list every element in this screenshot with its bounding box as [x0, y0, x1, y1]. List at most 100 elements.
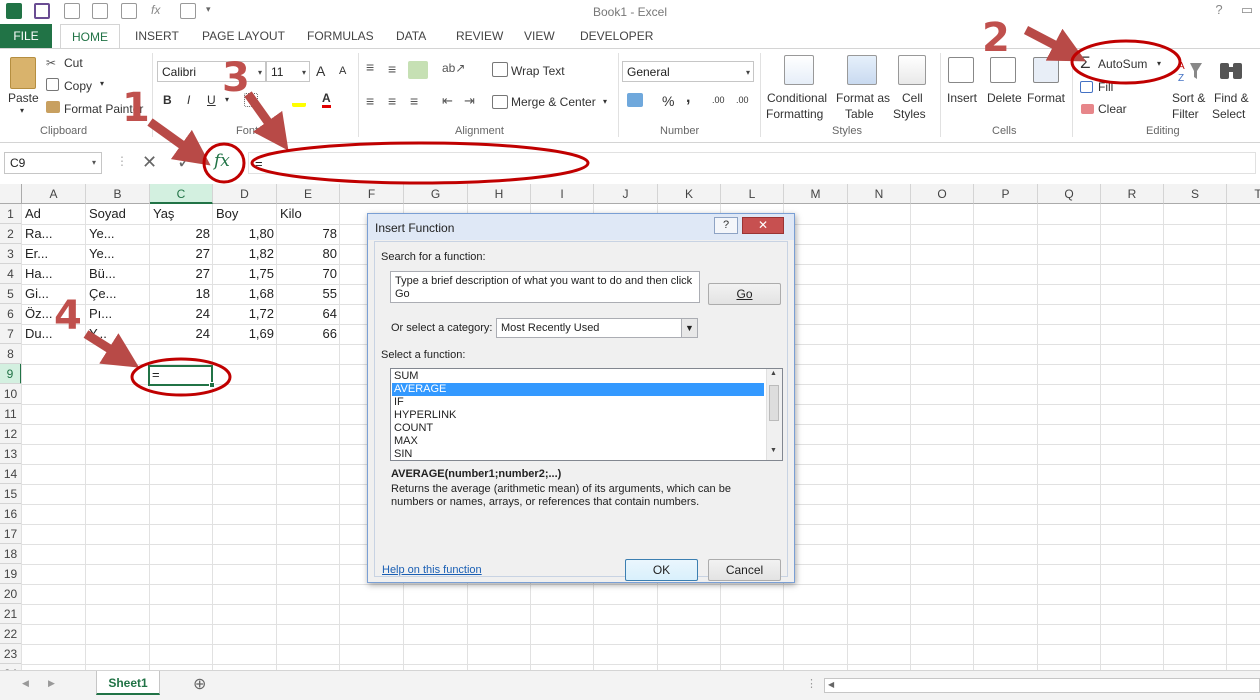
select-all-corner[interactable] — [0, 184, 22, 204]
table-cell[interactable]: Er... — [22, 244, 86, 264]
merge-dropdown-icon[interactable]: ▾ — [603, 97, 607, 106]
column-header[interactable]: H — [468, 184, 531, 204]
column-header[interactable]: G — [404, 184, 468, 204]
table-cell[interactable]: Ra... — [22, 224, 86, 244]
percent-style-button[interactable]: % — [662, 93, 674, 109]
tab-data[interactable]: DATA — [396, 29, 426, 43]
formula-input[interactable]: = — [248, 152, 1256, 174]
conditional-formatting-button[interactable]: Conditional — [767, 91, 827, 105]
paste-button[interactable]: Paste — [8, 91, 39, 105]
category-select[interactable]: Most Recently Used — [496, 318, 698, 338]
enter-entry-button[interactable]: ✓ — [177, 152, 192, 173]
table-cell[interactable]: 1,82 — [213, 244, 277, 264]
table-cell[interactable]: Y... — [86, 324, 150, 344]
dialog-help-button[interactable]: ? — [714, 217, 738, 234]
table-cell[interactable]: 18 — [150, 284, 213, 304]
row-header[interactable]: 5 — [0, 284, 22, 304]
row-header[interactable]: 21 — [0, 604, 22, 624]
row-header[interactable]: 2 — [0, 224, 22, 244]
horizontal-scrollbar[interactable]: ◀ — [824, 678, 1260, 693]
insert-cells-button[interactable]: Insert — [947, 91, 977, 105]
scroll-left-icon[interactable]: ◀ — [828, 680, 834, 689]
help-button[interactable]: ? — [1208, 2, 1230, 20]
next-sheet-icon[interactable]: ▶ — [48, 678, 55, 689]
table-cell[interactable]: Çe... — [86, 284, 150, 304]
row-header[interactable]: 8 — [0, 344, 22, 364]
align-bottom-icon[interactable] — [408, 61, 428, 79]
table-cell[interactable]: Ye... — [86, 244, 150, 264]
align-right-icon[interactable]: ≡ — [410, 93, 418, 109]
function-list-item[interactable]: IF — [392, 396, 764, 409]
table-cell[interactable]: 1,68 — [213, 284, 277, 304]
active-cell[interactable]: = — [148, 365, 213, 386]
tab-insert[interactable]: INSERT — [135, 29, 179, 43]
row-header[interactable]: 14 — [0, 464, 22, 484]
function-search-input[interactable]: Type a brief description of what you wan… — [390, 271, 700, 303]
paste-dropdown-icon[interactable]: ▾ — [20, 106, 24, 115]
tab-view[interactable]: VIEW — [524, 29, 555, 43]
ribbon-display-button[interactable]: ▭ — [1236, 2, 1258, 20]
row-header[interactable]: 23 — [0, 644, 22, 664]
tab-page-layout[interactable]: PAGE LAYOUT — [202, 29, 285, 43]
shrink-font-button[interactable]: A — [339, 65, 346, 77]
row-header[interactable]: 6 — [0, 304, 22, 324]
row-header[interactable]: 7 — [0, 324, 22, 344]
tab-file[interactable]: FILE — [0, 24, 52, 48]
delete-cells-button[interactable]: Delete — [987, 91, 1022, 105]
bold-button[interactable]: B — [163, 93, 172, 107]
row-header[interactable]: 19 — [0, 564, 22, 584]
table-cell[interactable]: Ha... — [22, 264, 86, 284]
merge-center-button[interactable]: Merge & Center — [511, 95, 596, 109]
column-header[interactable]: N — [848, 184, 911, 204]
column-header[interactable]: P — [974, 184, 1038, 204]
clear-button[interactable]: Clear — [1098, 102, 1127, 116]
format-as-table-label[interactable]: Table — [845, 107, 874, 121]
row-header[interactable]: 10 — [0, 384, 22, 404]
increase-indent-icon[interactable]: ⇥ — [464, 93, 475, 109]
function-list-item[interactable]: SIN — [392, 448, 764, 460]
table-cell[interactable]: 24 — [150, 304, 213, 324]
column-header[interactable]: K — [658, 184, 721, 204]
add-sheet-button[interactable]: ⊕ — [193, 674, 206, 694]
table-cell[interactable]: 1,69 — [213, 324, 277, 344]
table-cell[interactable]: 1,80 — [213, 224, 277, 244]
column-header[interactable]: C — [150, 184, 213, 204]
conditional-formatting-label[interactable]: Formatting — [766, 107, 823, 121]
increase-decimal-button[interactable]: .00 — [712, 95, 725, 105]
column-header[interactable]: S — [1164, 184, 1227, 204]
align-top-icon[interactable]: ≡ — [366, 59, 374, 75]
table-cell[interactable]: Ad — [22, 204, 86, 224]
table-cell[interactable]: Ye... — [86, 224, 150, 244]
format-as-table-button[interactable]: Format as — [836, 91, 890, 105]
scroll-up-icon[interactable]: ▲ — [770, 370, 777, 377]
cut-button[interactable]: Cut — [64, 56, 83, 70]
row-header[interactable]: 20 — [0, 584, 22, 604]
help-on-function-link[interactable]: Help on this function — [382, 564, 482, 576]
dialog-titlebar[interactable]: Insert Function ? ✕ — [368, 214, 794, 240]
row-header[interactable]: 17 — [0, 524, 22, 544]
tab-formulas[interactable]: FORMULAS — [307, 29, 374, 43]
table-cell[interactable]: 27 — [150, 264, 213, 284]
table-cell[interactable]: Kilo — [277, 204, 340, 224]
function-list-scrollbar[interactable]: ▲ ▼ — [766, 369, 782, 460]
column-header[interactable]: I — [531, 184, 594, 204]
fill-handle[interactable] — [209, 382, 215, 388]
copy-dropdown-icon[interactable]: ▾ — [100, 79, 104, 88]
number-format-select[interactable]: General ▾ — [622, 61, 754, 82]
column-header[interactable]: D — [213, 184, 277, 204]
category-dropdown-icon[interactable]: ▼ — [681, 319, 697, 337]
function-list-item[interactable]: HYPERLINK — [392, 409, 764, 422]
font-size-select[interactable]: 11 ▾ — [266, 61, 310, 82]
cell-styles-button[interactable]: Cell — [902, 91, 923, 105]
row-header[interactable]: 18 — [0, 544, 22, 564]
cancel-entry-button[interactable]: ✕ — [142, 152, 157, 173]
split-handle-icon[interactable]: ⋮ — [806, 677, 817, 690]
column-header[interactable]: Q — [1038, 184, 1101, 204]
scroll-down-icon[interactable]: ▼ — [770, 447, 777, 454]
cell-styles-label[interactable]: Styles — [893, 107, 926, 121]
row-header[interactable]: 4 — [0, 264, 22, 284]
table-cell[interactable]: 1,75 — [213, 264, 277, 284]
dialog-close-button[interactable]: ✕ — [742, 217, 784, 234]
copy-button[interactable]: Copy — [64, 79, 92, 93]
row-header[interactable]: 1 — [0, 204, 22, 224]
